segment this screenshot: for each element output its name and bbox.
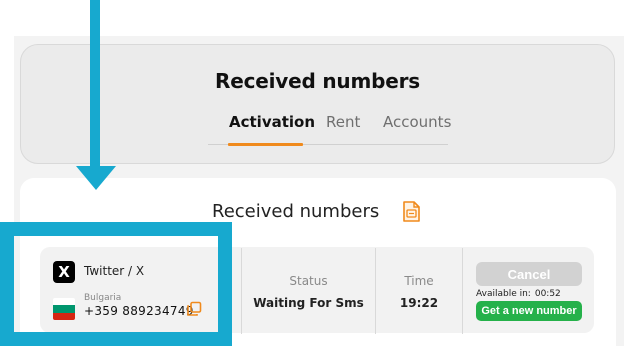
- status-label: Status: [289, 274, 328, 288]
- cell-divider: [241, 248, 242, 334]
- received-numbers-header: Received numbers Activation Rent Account…: [20, 44, 615, 164]
- twitter-x-icon: X: [53, 261, 75, 283]
- time-label: Time: [404, 274, 434, 288]
- tab-bar: Activation Rent Accounts: [208, 113, 451, 146]
- phone-number: +359 889234749: [84, 304, 194, 318]
- annotation-arrow-shaft: [90, 0, 100, 168]
- cell-divider: [462, 248, 463, 334]
- country-name: Bulgaria: [84, 293, 122, 303]
- copy-icon[interactable]: [186, 301, 202, 317]
- tab-activation[interactable]: Activation: [229, 113, 315, 131]
- bulgaria-flag-icon: [53, 298, 75, 320]
- active-tab-indicator: [228, 143, 303, 146]
- tab-rent[interactable]: Rent: [326, 113, 360, 131]
- service-name: Twitter / X: [84, 264, 145, 278]
- available-countdown: 00:52: [534, 289, 561, 299]
- cell-divider: [375, 248, 376, 334]
- sms-document-icon[interactable]: [402, 201, 420, 222]
- available-label: Available in:: [476, 289, 531, 299]
- time-value: 19:22: [399, 296, 439, 310]
- page-title: Received numbers: [215, 69, 420, 93]
- get-new-number-button[interactable]: Get a new number: [476, 301, 582, 321]
- status-value: Waiting For Sms: [253, 296, 364, 310]
- available-in: Available in: 00:52: [476, 289, 561, 299]
- tab-accounts[interactable]: Accounts: [383, 113, 451, 131]
- annotation-arrow-head: [76, 166, 116, 190]
- panel-title: Received numbers: [212, 201, 380, 222]
- cancel-button[interactable]: Cancel: [476, 262, 582, 286]
